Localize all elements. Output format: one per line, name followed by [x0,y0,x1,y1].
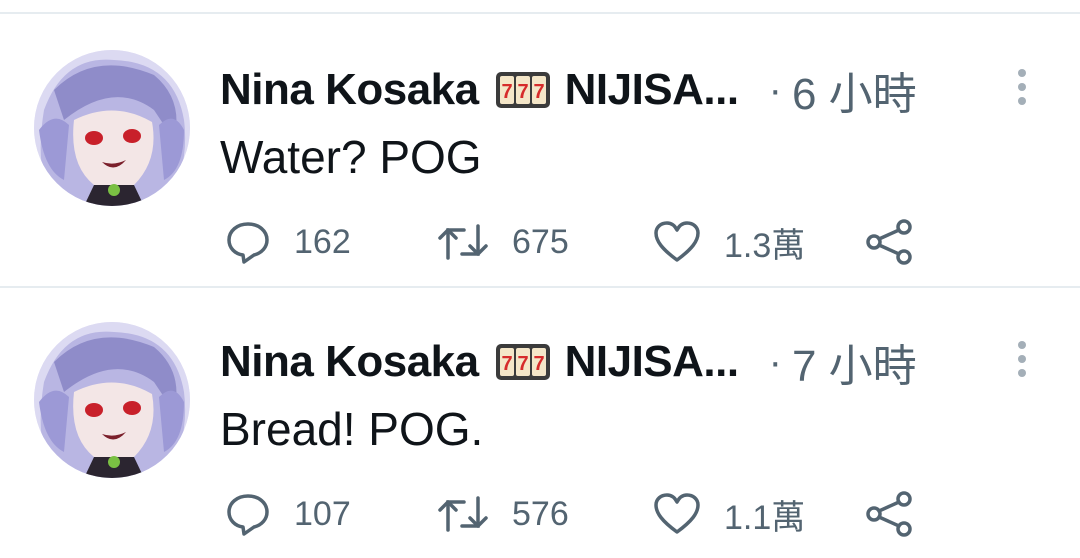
tweet-text: Water? POG [220,131,482,183]
author-name[interactable]: Nina Kosaka [220,65,479,115]
author-name-tail[interactable]: NIJISA... [565,65,740,115]
svg-text:7: 7 [533,81,544,103]
slot-machine-icon: 7 7 7 [495,342,551,382]
action-bar: 162 675 1.3萬 [220,214,940,270]
separator-dot: · [768,67,782,112]
avatar[interactable] [34,322,190,478]
avatar[interactable] [34,50,190,206]
more-vertical-icon[interactable] [1012,68,1032,108]
slot-machine-icon: 7 7 7 [495,70,551,110]
heart-icon [652,490,702,538]
retweet-icon [436,218,490,266]
tweet-2[interactable]: Nina Kosaka 7 7 7 NIJISA... · 7 小時 Bread… [0,286,1080,558]
share-button[interactable] [864,486,914,542]
tweet-1[interactable]: Nina Kosaka 7 7 7 NIJISA... · 6 小時 Water… [0,14,1080,286]
like-count: 1.1萬 [724,498,806,537]
like-count: 1.3萬 [724,226,806,265]
retweet-count: 576 [512,494,569,533]
svg-text:7: 7 [517,81,528,103]
svg-text:7: 7 [501,81,512,103]
retweet-count: 675 [512,222,569,261]
timestamp[interactable]: 6 小時 [792,58,917,122]
svg-text:7: 7 [533,353,544,375]
tweet-text: Bread! POG. [220,403,484,455]
like-button[interactable]: 1.3萬 [652,214,805,270]
author-name[interactable]: Nina Kosaka [220,337,479,387]
reply-button[interactable]: 162 [224,214,351,270]
retweet-icon [436,490,490,538]
share-icon [864,490,914,538]
like-button[interactable]: 1.1萬 [652,486,805,542]
share-icon [864,218,914,266]
tweet-header: Nina Kosaka 7 7 7 NIJISA... · 6 小時 [220,54,1020,126]
retweet-button[interactable]: 675 [436,214,569,270]
heart-icon [652,218,702,266]
reply-icon [224,490,272,538]
svg-text:7: 7 [517,353,528,375]
reply-count: 107 [294,494,351,533]
action-bar: 107 576 1.1萬 [220,486,940,542]
svg-text:7: 7 [501,353,512,375]
more-vertical-icon[interactable] [1012,340,1032,380]
reply-icon [224,218,272,266]
retweet-button[interactable]: 576 [436,486,569,542]
author-name-tail[interactable]: NIJISA... [565,337,740,387]
reply-button[interactable]: 107 [224,486,351,542]
separator-dot: · [768,339,782,384]
tweet-header: Nina Kosaka 7 7 7 NIJISA... · 7 小時 [220,326,1020,398]
reply-count: 162 [294,222,351,261]
share-button[interactable] [864,214,914,270]
timestamp[interactable]: 7 小時 [792,330,917,394]
